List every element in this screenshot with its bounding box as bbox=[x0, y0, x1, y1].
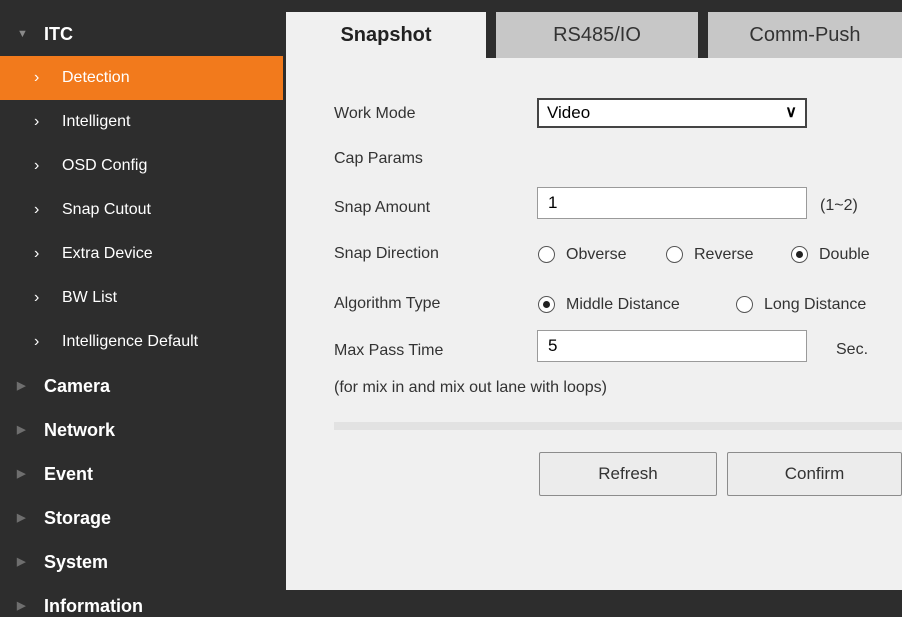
cap-params-label: Cap Params bbox=[334, 150, 423, 167]
triangle-right-icon: ▶ bbox=[17, 424, 26, 436]
bottom-strip bbox=[286, 590, 902, 617]
sidebar-item-label: Intelligent bbox=[62, 113, 131, 130]
sidebar-item-label: BW List bbox=[62, 289, 118, 306]
sidebar-item-intelligent[interactable]: › Intelligent bbox=[0, 100, 283, 144]
max-pass-time-unit: Sec. bbox=[836, 341, 869, 358]
sidebar-group-label: Storage bbox=[44, 508, 112, 528]
tab-rs485-io[interactable]: RS485/IO bbox=[496, 12, 698, 58]
triangle-right-icon: ▶ bbox=[17, 380, 26, 392]
snap-amount-range: (1~2) bbox=[820, 197, 858, 214]
snap-direction-label: Snap Direction bbox=[334, 245, 439, 262]
snapshot-panel: Snapshot RS485/IO Comm-Push Work Mode Vi… bbox=[286, 12, 902, 590]
algorithm-long-distance-radio[interactable]: Long Distance bbox=[736, 294, 902, 316]
sidebar-group-label: Camera bbox=[44, 376, 111, 396]
sidebar-item-intelligence-default[interactable]: › Intelligence Default bbox=[0, 320, 283, 364]
sidebar-group-label: ITC bbox=[44, 24, 73, 44]
algorithm-type-label: Algorithm Type bbox=[334, 295, 441, 312]
tab-separator bbox=[486, 12, 496, 58]
snap-amount-input[interactable] bbox=[537, 187, 807, 219]
sidebar-group-camera[interactable]: ▶ Camera bbox=[0, 364, 283, 408]
sidebar-item-label: Snap Cutout bbox=[62, 201, 151, 218]
sidebar-group-label: System bbox=[44, 552, 109, 572]
sidebar-item-extra-device[interactable]: › Extra Device bbox=[0, 232, 283, 276]
sidebar-item-label: Intelligence Default bbox=[62, 333, 199, 350]
radio-circle-icon bbox=[666, 246, 683, 263]
radio-circle-icon bbox=[538, 296, 555, 313]
snap-amount-label: Snap Amount bbox=[334, 199, 431, 216]
snap-direction-obverse-radio[interactable]: Obverse bbox=[538, 244, 658, 266]
triangle-right-icon: ▶ bbox=[17, 468, 26, 480]
sidebar-group-label: Event bbox=[44, 464, 94, 484]
chevron-right-icon: › bbox=[34, 157, 40, 174]
loop-lane-note: (for mix in and mix out lane with loops) bbox=[334, 379, 607, 396]
radio-circle-icon bbox=[736, 296, 753, 313]
chevron-right-icon: › bbox=[34, 289, 40, 306]
radio-label: Double bbox=[819, 246, 870, 263]
sidebar-item-label: OSD Config bbox=[62, 157, 148, 174]
sidebar-group-label: Information bbox=[44, 596, 143, 616]
chevron-down-icon: ∨ bbox=[785, 104, 797, 121]
triangle-right-icon: ▶ bbox=[17, 556, 26, 568]
chevron-right-icon: › bbox=[34, 113, 40, 130]
work-mode-value: Video bbox=[547, 103, 591, 122]
sidebar-group-label: Network bbox=[44, 420, 116, 440]
chevron-right-icon: › bbox=[34, 201, 40, 218]
snap-direction-double-radio[interactable]: Double bbox=[791, 244, 901, 266]
sidebar-top-strip bbox=[0, 0, 283, 12]
work-mode-label: Work Mode bbox=[334, 105, 416, 122]
sidebar: ▼ ITC › Detection › Intelligent › OSD Co… bbox=[0, 0, 283, 617]
radio-circle-icon bbox=[791, 246, 808, 263]
triangle-right-icon: ▶ bbox=[17, 600, 26, 612]
snap-direction-radio-group: Obverse Reverse Double bbox=[538, 244, 902, 266]
sidebar-item-label: Detection bbox=[62, 69, 130, 86]
radio-circle-icon bbox=[538, 246, 555, 263]
chevron-right-icon: › bbox=[34, 245, 40, 262]
snap-direction-reverse-radio[interactable]: Reverse bbox=[666, 244, 786, 266]
radio-label: Reverse bbox=[694, 246, 754, 263]
tab-separator bbox=[698, 12, 708, 58]
max-pass-time-input[interactable] bbox=[537, 330, 807, 362]
tab-comm-push[interactable]: Comm-Push bbox=[708, 12, 902, 58]
work-mode-select[interactable]: Video ∨ bbox=[537, 98, 807, 128]
form-divider bbox=[334, 422, 902, 430]
sidebar-group-information[interactable]: ▶ Information bbox=[0, 584, 283, 617]
chevron-right-icon: › bbox=[34, 333, 40, 350]
triangle-right-icon: ▶ bbox=[17, 512, 26, 524]
sidebar-item-osd-config[interactable]: › OSD Config bbox=[0, 144, 283, 188]
radio-label: Obverse bbox=[566, 246, 627, 263]
sidebar-item-label: Extra Device bbox=[62, 245, 153, 262]
sidebar-group-storage[interactable]: ▶ Storage bbox=[0, 496, 283, 540]
sidebar-item-bw-list[interactable]: › BW List bbox=[0, 276, 283, 320]
sidebar-item-detection[interactable]: › Detection bbox=[0, 56, 283, 100]
sidebar-group-system[interactable]: ▶ System bbox=[0, 540, 283, 584]
sidebar-group-itc[interactable]: ▼ ITC bbox=[0, 12, 283, 56]
chevron-right-icon: › bbox=[34, 69, 40, 86]
sidebar-group-event[interactable]: ▶ Event bbox=[0, 452, 283, 496]
sidebar-item-snap-cutout[interactable]: › Snap Cutout bbox=[0, 188, 283, 232]
radio-label: Middle Distance bbox=[566, 296, 680, 313]
refresh-button[interactable]: Refresh bbox=[539, 452, 717, 496]
radio-label: Long Distance bbox=[764, 296, 867, 313]
algorithm-type-radio-group: Middle Distance Long Distance bbox=[538, 294, 902, 316]
triangle-down-icon: ▼ bbox=[17, 28, 28, 40]
max-pass-time-label: Max Pass Time bbox=[334, 342, 444, 359]
confirm-button[interactable]: Confirm bbox=[727, 452, 902, 496]
algorithm-middle-distance-radio[interactable]: Middle Distance bbox=[538, 294, 728, 316]
tab-snapshot[interactable]: Snapshot bbox=[286, 12, 486, 58]
sidebar-group-network[interactable]: ▶ Network bbox=[0, 408, 283, 452]
